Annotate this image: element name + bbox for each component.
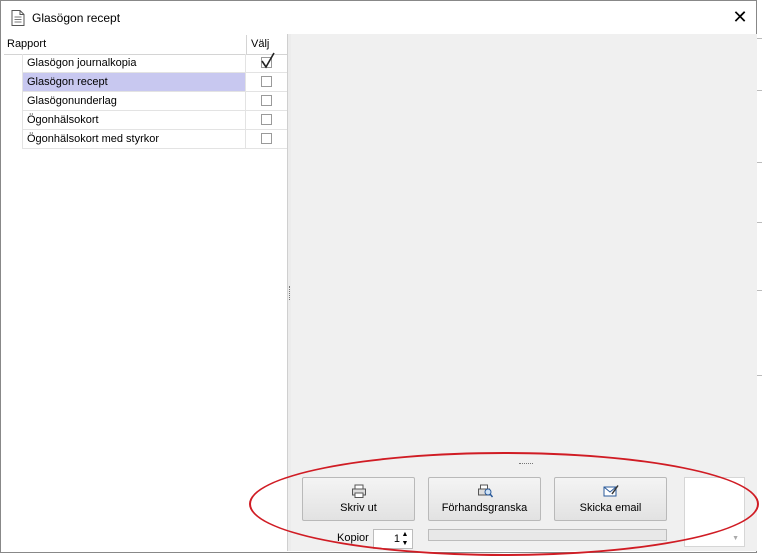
progress-bar [428, 529, 667, 541]
report-row-label: Glasögonunderlag [22, 92, 245, 110]
report-dialog: Glasögon recept ✕ Rapport Välj Glasögon … [0, 0, 757, 553]
select-cell [245, 52, 287, 72]
title-bar: Glasögon recept ✕ [1, 1, 756, 34]
dropdown-arrow-icon[interactable]: ▼ [732, 535, 739, 542]
select-checkbox[interactable] [261, 76, 272, 87]
report-list: Rapport Välj Glasögon journalkopia Glasö… [4, 34, 288, 551]
select-checkbox[interactable] [261, 95, 272, 106]
select-cell [245, 111, 287, 129]
send-email-button[interactable]: Skicka email [554, 477, 667, 521]
increment-arrow-icon[interactable]: ▲ [400, 530, 410, 539]
background-window-edge [757, 0, 762, 558]
preview-panel: Skriv ut Förhandsgranska Skicka email Ko… [291, 34, 757, 551]
report-row-label: Ögonhälsokort [22, 111, 245, 129]
print-preview-button[interactable]: Förhandsgranska [428, 477, 541, 521]
report-row[interactable]: Glasögonunderlag [22, 92, 287, 111]
select-checkbox[interactable] [261, 114, 272, 125]
print-preview-button-label: Förhandsgranska [441, 502, 528, 514]
close-icon: ✕ [732, 7, 748, 27]
magnifier-print-preview-icon [477, 484, 493, 498]
report-row[interactable]: Glasögon journalkopia [22, 52, 287, 73]
report-row-label: Glasögon recept [22, 73, 245, 91]
thumbnail-box: ▼ [684, 477, 745, 547]
print-button-label: Skriv ut [340, 502, 377, 514]
print-button[interactable]: Skriv ut [302, 477, 415, 521]
printer-icon [351, 484, 366, 498]
close-button[interactable]: ✕ [724, 1, 756, 34]
select-cell [245, 73, 287, 91]
copies-value[interactable]: 1 [374, 533, 400, 545]
select-checkbox[interactable] [261, 133, 272, 144]
checkmark-icon [261, 52, 275, 69]
background-divider [757, 162, 762, 163]
window-title: Glasögon recept [32, 11, 121, 25]
report-row-label: Glasögon journalkopia [22, 54, 245, 72]
horizontal-splitter-grip-icon[interactable] [519, 463, 533, 465]
document-icon [11, 10, 25, 26]
copies-stepper[interactable]: 1 ▲ ▼ [373, 529, 413, 549]
email-pencil-icon [603, 485, 619, 497]
copies-label: Kopior [337, 532, 369, 544]
send-email-button-label: Skicka email [579, 502, 642, 514]
background-divider [757, 38, 762, 39]
report-row[interactable]: Ögonhälsokort [22, 111, 287, 130]
list-header: Rapport Välj [4, 35, 287, 55]
report-row[interactable]: Ögonhälsokort med styrkor [22, 130, 287, 149]
select-cell [245, 130, 287, 148]
report-row-label: Ögonhälsokort med styrkor [22, 130, 245, 148]
background-divider [757, 222, 762, 223]
background-divider [757, 375, 762, 376]
report-row[interactable]: Glasögon recept [22, 73, 287, 92]
select-cell [245, 92, 287, 110]
background-divider [757, 90, 762, 91]
column-header-rapport[interactable]: Rapport [7, 38, 46, 50]
decrement-arrow-icon[interactable]: ▼ [400, 539, 410, 548]
background-divider [757, 290, 762, 291]
